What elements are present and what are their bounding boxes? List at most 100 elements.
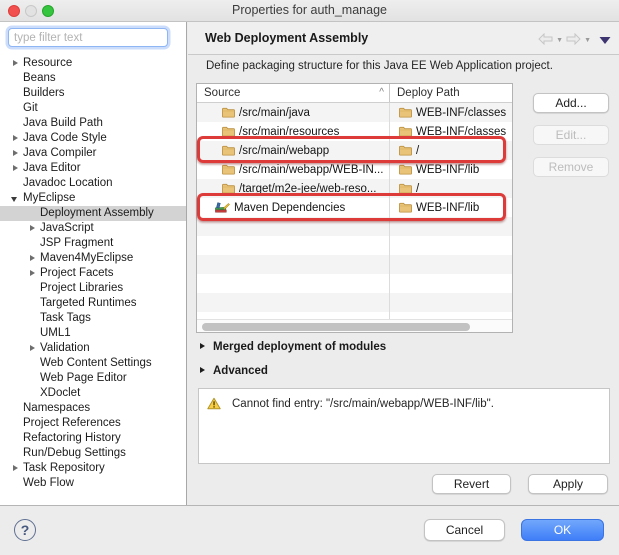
sidebar-item-web-flow[interactable]: Web Flow [0,476,186,491]
back-menu-chevron-icon[interactable]: ▼ [556,35,563,47]
edit-button[interactable]: Edit... [533,125,609,145]
sidebar-item-label: Task Tags [40,311,91,326]
chevron-down-icon[interactable] [11,194,23,204]
remove-button[interactable]: Remove [533,157,609,177]
chevron-right-icon[interactable] [11,464,23,474]
chevron-right-icon[interactable] [28,224,40,234]
sidebar-item-label: XDoclet [40,386,80,401]
sidebar-item-label: Targeted Runtimes [40,296,137,311]
cancel-button[interactable]: Cancel [424,519,505,541]
twisty-spacer [28,314,40,324]
sidebar-item-label: Task Repository [23,461,105,476]
sidebar-item-jsp-fragment[interactable]: JSP Fragment [0,236,186,251]
sort-ascending-icon: ^ [379,84,384,101]
table-row[interactable]: Maven DependenciesWEB-INF/lib [197,198,512,217]
section-merged-deployment[interactable]: Merged deployment of modules [198,340,386,354]
chevron-right-icon[interactable] [28,254,40,264]
folder-icon [399,164,412,175]
source-cell: /target/m2e-jee/web-reso... [197,179,390,198]
table-row[interactable]: /src/main/webapp/ [197,141,512,160]
window-title: Properties for auth_manage [0,0,619,22]
sidebar-item-web-content-settings[interactable]: Web Content Settings [0,356,186,371]
sidebar-item-label: Resource [23,56,72,71]
sidebar-item-task-tags[interactable]: Task Tags [0,311,186,326]
sidebar-item-label: Java Build Path [23,116,103,131]
twisty-spacer [28,239,40,249]
source-cell: /src/main/resources [197,122,390,141]
help-button[interactable]: ? [14,519,36,541]
view-menu-icon[interactable] [599,32,611,50]
sidebar-item-deployment-assembly[interactable]: Deployment Assembly [0,206,186,221]
back-arrow-icon[interactable] [538,32,553,50]
sidebar-item-javadoc-location[interactable]: Javadoc Location [0,176,186,191]
ok-button[interactable]: OK [521,519,604,541]
forward-arrow-icon[interactable] [566,32,581,50]
filter-input[interactable] [8,28,168,47]
twisty-spacer [11,449,23,459]
sidebar-item-run-debug-settings[interactable]: Run/Debug Settings [0,446,186,461]
sidebar-item-beans[interactable]: Beans [0,71,186,86]
sidebar-item-label: Java Compiler [23,146,97,161]
twisty-spacer [11,434,23,444]
sidebar-item-myeclipse[interactable]: MyEclipse [0,191,186,206]
sidebar-item-java-editor[interactable]: Java Editor [0,161,186,176]
apply-button[interactable]: Apply [528,474,608,494]
table-empty-row [197,312,512,319]
table-row[interactable]: /target/m2e-jee/web-reso... / [197,179,512,198]
source-cell: /src/main/java [197,103,390,122]
sidebar-item-label: JavaScript [40,221,94,236]
source-label: /src/main/webapp [239,145,329,157]
chevron-right-icon[interactable] [11,134,23,144]
chevron-right-icon[interactable] [11,149,23,159]
deploy-path-cell [390,293,512,312]
sidebar-item-uml1[interactable]: UML1 [0,326,186,341]
sidebar-item-project-references[interactable]: Project References [0,416,186,431]
sidebar-item-validation[interactable]: Validation [0,341,186,356]
forward-menu-chevron-icon[interactable]: ▼ [584,35,591,47]
sidebar-item-maven4myeclipse[interactable]: Maven4MyEclipse [0,251,186,266]
table-empty-row [197,255,512,274]
sidebar-item-targeted-runtimes[interactable]: Targeted Runtimes [0,296,186,311]
add-button[interactable]: Add... [533,93,609,113]
sidebar-item-task-repository[interactable]: Task Repository [0,461,186,476]
sidebar-item-label: Validation [40,341,90,356]
horizontal-scrollbar-thumb[interactable] [202,323,470,331]
table-empty-row [197,236,512,255]
sidebar-item-project-facets[interactable]: Project Facets [0,266,186,281]
twisty-spacer [11,104,23,114]
table-row[interactable]: /src/main/resourcesWEB-INF/classes [197,122,512,141]
table-row[interactable]: /src/main/javaWEB-INF/classes [197,103,512,122]
section-advanced[interactable]: Advanced [198,364,268,378]
column-header-source[interactable]: Source ^ [197,84,390,102]
column-header-deploy-path[interactable]: Deploy Path [390,84,512,102]
sidebar-item-builders[interactable]: Builders [0,86,186,101]
sidebar-item-java-build-path[interactable]: Java Build Path [0,116,186,131]
sidebar-item-xdoclet[interactable]: XDoclet [0,386,186,401]
sidebar-item-resource[interactable]: Resource [0,56,186,71]
sidebar-item-label: Web Content Settings [40,356,152,371]
sidebar-item-web-page-editor[interactable]: Web Page Editor [0,371,186,386]
chevron-right-icon[interactable] [28,269,40,279]
deploy-path-cell [390,274,512,293]
source-label: /target/m2e-jee/web-reso... [239,183,376,195]
sidebar-item-project-libraries[interactable]: Project Libraries [0,281,186,296]
sidebar-item-label: Web Page Editor [40,371,127,386]
titlebar[interactable]: Properties for auth_manage [0,0,619,22]
deploy-path-cell: WEB-INF/classes [390,103,512,122]
table-row[interactable]: /src/main/webapp/WEB-IN...WEB-INF/lib [197,160,512,179]
source-cell [197,293,390,312]
sidebar-item-git[interactable]: Git [0,101,186,116]
sidebar-item-refactoring-history[interactable]: Refactoring History [0,431,186,446]
twisty-spacer [28,389,40,399]
chevron-right-icon[interactable] [11,59,23,69]
sidebar-item-java-compiler[interactable]: Java Compiler [0,146,186,161]
revert-button[interactable]: Revert [432,474,511,494]
page-title: Web Deployment Assembly [205,22,368,55]
sidebar-item-namespaces[interactable]: Namespaces [0,401,186,416]
sidebar-item-java-code-style[interactable]: Java Code Style [0,131,186,146]
sidebar-item-javascript[interactable]: JavaScript [0,221,186,236]
deploy-path-label: / [416,183,419,195]
maven-library-icon [215,202,230,213]
chevron-right-icon[interactable] [11,164,23,174]
chevron-right-icon[interactable] [28,344,40,354]
